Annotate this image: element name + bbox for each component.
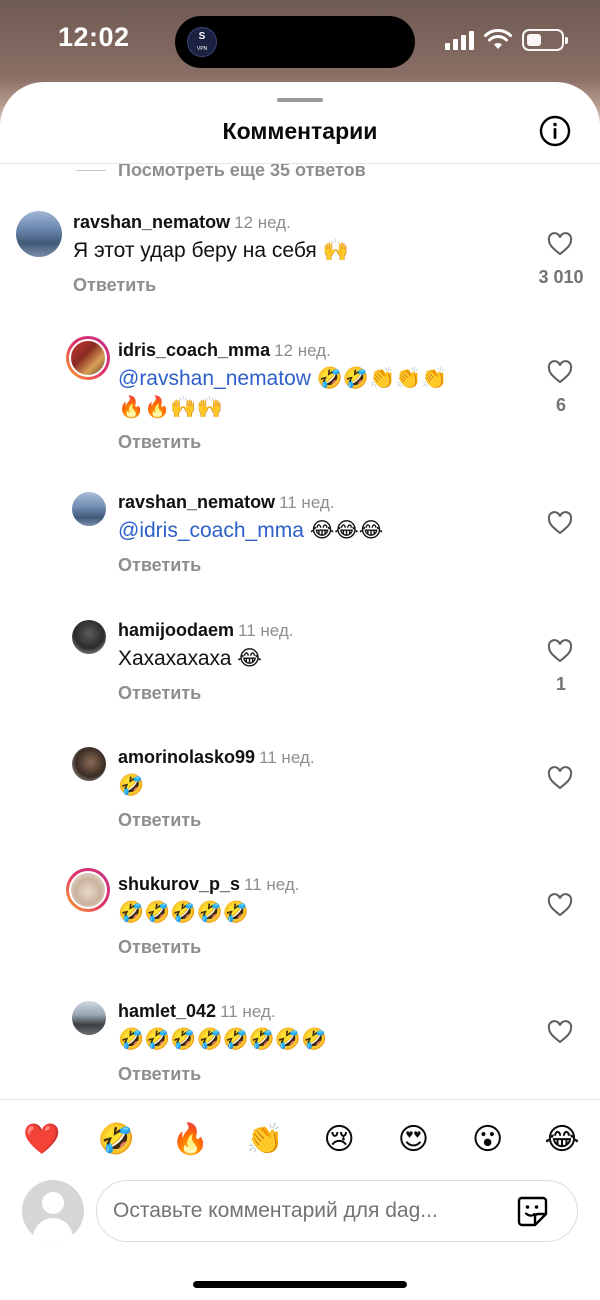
info-icon[interactable] [539, 115, 571, 147]
reply-button[interactable]: Ответить [118, 555, 201, 576]
avatar[interactable] [72, 1001, 106, 1035]
comment-username[interactable]: hamlet_042 [118, 1001, 216, 1021]
comment-time: 11 нед. [244, 875, 300, 894]
reaction-clap[interactable]: 👏 [245, 1120, 285, 1160]
comment-text-line2: 🔥🔥🙌🙌 [118, 396, 223, 419]
comment-username[interactable]: ravshan_nematow [73, 212, 230, 232]
comment-item: amorinolasko99 11 нед. 🤣 Ответить [0, 745, 600, 845]
wifi-icon [484, 29, 512, 49]
comment-text: 🤣 [118, 774, 145, 797]
avatar[interactable] [16, 211, 62, 257]
comment-item: shukurov_p_s 11 нед. 🤣🤣🤣🤣🤣 Ответить [0, 868, 600, 972]
comment-text-emoji: 😂😂😂 [303, 519, 384, 542]
heart-outline-icon[interactable] [547, 893, 573, 917]
heart-outline-icon[interactable] [547, 639, 573, 663]
signal-icon [445, 30, 474, 50]
comment-text: @ravshan_nematow 🤣🤣👏👏👏 🔥🔥🙌🙌 [118, 364, 518, 422]
comment-username[interactable]: shukurov_p_s [118, 874, 240, 894]
reaction-fire[interactable]: 🔥 [171, 1120, 211, 1160]
reply-button[interactable]: Ответить [118, 937, 201, 958]
comment-mention[interactable]: @idris_coach_mma [118, 519, 304, 542]
user-avatar [22, 1180, 84, 1242]
comment-item: idris_coach_mma 12 нед. @ravshan_nematow … [0, 336, 600, 456]
sticker-icon[interactable] [515, 1194, 549, 1228]
status-time: 12:02 [58, 22, 130, 52]
comment-time: 11 нед. [259, 748, 315, 767]
sheet-title: Комментарии [222, 118, 378, 144]
avatar[interactable] [66, 868, 110, 912]
comment-username[interactable]: idris_coach_mma [118, 340, 270, 360]
comment-text: 🤣🤣🤣🤣🤣 [118, 901, 249, 924]
comment-time: 11 нед. [279, 493, 335, 512]
comment-time: 11 нед. [238, 621, 294, 640]
comment-username[interactable]: amorinolasko99 [118, 747, 255, 767]
vpn-badge-label: S [198, 31, 206, 42]
comments-list[interactable]: ravshan_nematow 12 нед. Я этот удар беру … [0, 164, 600, 1100]
reactions-divider [0, 1099, 600, 1100]
status-icons [445, 28, 568, 52]
reply-button[interactable]: Ответить [118, 432, 201, 453]
battery-icon [522, 29, 568, 51]
avatar[interactable] [66, 336, 110, 380]
comment-item: hamlet_042 11 нед. 🤣🤣🤣🤣🤣🤣🤣🤣 Ответить [0, 999, 600, 1099]
quick-reactions-bar: ❤️ 🤣 🔥 👏 😢 😍 😮 😂 [22, 1120, 582, 1160]
comment-text: Хахахахаха 😂 [118, 647, 262, 670]
comment-text-emoji: 🤣🤣👏👏👏 [310, 367, 448, 390]
reaction-rofl[interactable]: 🤣 [96, 1120, 136, 1160]
like-count: 3 010 [538, 267, 584, 287]
reply-button[interactable]: Ответить [118, 683, 201, 704]
reaction-surprised[interactable]: 😮 [468, 1120, 508, 1160]
comment-item: ravshan_nematow 12 нед. Я этот удар беру … [0, 208, 600, 318]
comment-time: 11 нед. [220, 1002, 276, 1021]
comment-time: 12 нед. [274, 341, 331, 360]
reaction-heart-eyes[interactable]: 😍 [393, 1120, 433, 1160]
vpn-badge-sub: VPN [196, 46, 208, 52]
avatar[interactable] [72, 492, 106, 526]
vpn-badge: S VPN [187, 27, 217, 57]
comment-text: 🤣🤣🤣🤣🤣🤣🤣🤣 [118, 1028, 328, 1051]
heart-outline-icon[interactable] [547, 1020, 573, 1044]
dynamic-island: S VPN [175, 16, 415, 68]
like-count: 6 [555, 395, 566, 415]
status-bar: 12:02 S VPN [0, 0, 600, 84]
home-indicator[interactable] [193, 1281, 407, 1288]
heart-outline-icon[interactable] [547, 360, 573, 384]
heart-outline-icon[interactable] [547, 232, 573, 256]
comment-input[interactable] [113, 1191, 503, 1231]
reply-button[interactable]: Ответить [118, 1064, 201, 1085]
comments-sheet: Комментарии Посмотреть еще 35 ответов ra… [0, 82, 600, 1300]
sheet-grabber[interactable] [277, 98, 323, 102]
comment-text: Я этот удар беру на себя 🙌 [73, 239, 349, 262]
avatar[interactable] [72, 747, 106, 781]
avatar[interactable] [72, 620, 106, 654]
comment-item: hamijoodaem 11 нед. Хахахахаха 😂 Ответить… [0, 618, 600, 718]
reaction-joy[interactable]: 😂 [542, 1120, 582, 1160]
comment-username[interactable]: ravshan_nematow [118, 492, 275, 512]
reaction-heart[interactable]: ❤️ [22, 1120, 62, 1160]
like-count: 1 [555, 674, 566, 694]
reply-button[interactable]: Ответить [118, 810, 201, 831]
comment-time: 12 нед. [234, 213, 291, 232]
heart-outline-icon[interactable] [547, 511, 573, 535]
comment-username[interactable]: hamijoodaem [118, 620, 234, 640]
comment-mention[interactable]: @ravshan_nematow [118, 367, 311, 390]
comment-composer[interactable] [96, 1180, 578, 1242]
heart-outline-icon[interactable] [547, 766, 573, 790]
comment-item: ravshan_nematow 11 нед. @idris_coach_mma … [0, 490, 600, 590]
comment-text: @idris_coach_mma 😂😂😂 [118, 516, 383, 545]
reply-button[interactable]: Ответить [73, 275, 156, 296]
reaction-crying[interactable]: 😢 [319, 1120, 359, 1160]
